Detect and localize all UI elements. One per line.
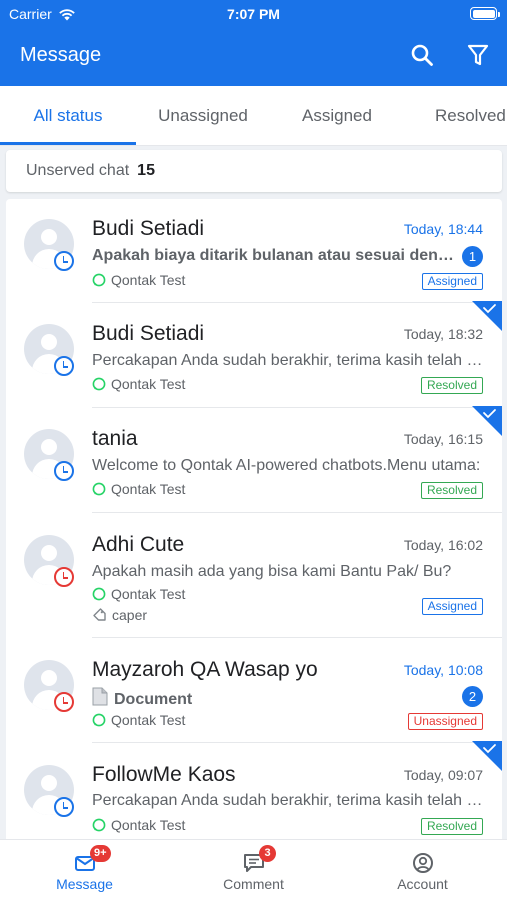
nav-account[interactable]: Account xyxy=(338,840,507,900)
whatsapp-icon xyxy=(92,713,106,727)
document-icon xyxy=(92,687,108,706)
tab-all-status[interactable]: All status xyxy=(0,86,136,146)
chat-time: Today, 18:32 xyxy=(403,326,483,342)
account-icon xyxy=(413,853,433,873)
channel: Qontak Test xyxy=(92,817,185,833)
contact-name: Adhi Cute xyxy=(92,533,185,556)
tab-resolved[interactable]: Resolved xyxy=(404,86,507,146)
whatsapp-icon xyxy=(92,482,106,496)
clock-icon xyxy=(54,251,74,271)
clock-icon xyxy=(54,692,74,712)
clock-icon xyxy=(54,797,74,817)
contact-name: Mayzaroh QA Wasap yo xyxy=(92,658,318,681)
status-badge: Resolved xyxy=(420,818,483,835)
nav-message-badge: 9+ xyxy=(90,845,111,862)
chat-preview: Document xyxy=(92,687,484,709)
app-header: Carrier 7:07 PM Message xyxy=(0,0,507,86)
nav-comment-label: Comment xyxy=(223,876,284,892)
status-badge: Resolved xyxy=(420,377,483,394)
clock-icon xyxy=(54,461,74,481)
search-button[interactable] xyxy=(408,41,436,69)
contact-name: tania xyxy=(92,427,138,450)
chat-list: Budi Setiadi Today, 18:44 Apakah biaya d… xyxy=(6,199,502,839)
nav-account-label: Account xyxy=(397,876,448,892)
clock-icon xyxy=(54,567,74,587)
unserved-label: Unserved chat xyxy=(26,162,130,179)
unread-badge: 1 xyxy=(462,246,483,267)
unserved-count: 15 xyxy=(137,162,155,179)
chat-preview: Apakah biaya ditarik bulanan atau sesuai… xyxy=(92,247,462,264)
chat-time: Today, 09:07 xyxy=(403,767,483,783)
channel-label: Qontak Test xyxy=(111,376,186,392)
contact-name: FollowMe Kaos xyxy=(92,763,236,786)
status-bar: Carrier 7:07 PM xyxy=(0,0,507,28)
channel-label: Qontak Test xyxy=(111,586,186,602)
tag-icon xyxy=(93,608,106,621)
channel-label: Qontak Test xyxy=(111,481,186,497)
channel: Qontak Test xyxy=(92,586,185,602)
nav-comment[interactable]: 3 Comment xyxy=(169,840,338,900)
chat-preview: Apakah masih ada yang bisa kami Bantu Pa… xyxy=(92,563,452,580)
document-label: Document xyxy=(114,691,193,708)
chat-item[interactable]: FollowMe Kaos Today, 09:07 Percakapan An… xyxy=(6,741,502,839)
channel: Qontak Test xyxy=(92,712,185,728)
status-badge: Assigned xyxy=(421,598,483,615)
bottom-navigation: 9+ Message 3 Comment Account xyxy=(0,839,507,900)
chat-time: Today, 16:02 xyxy=(403,537,483,553)
chat-item[interactable]: Budi Setiadi Today, 18:32 Percakapan And… xyxy=(6,301,502,408)
tab-assigned[interactable]: Assigned xyxy=(270,86,404,146)
chat-preview: Percakapan Anda sudah berakhir, terima k… xyxy=(92,792,484,809)
channel-label: Qontak Test xyxy=(111,817,186,833)
whatsapp-icon xyxy=(92,273,106,287)
channel: Qontak Test xyxy=(92,481,185,497)
chat-time: Today, 18:44 xyxy=(403,221,483,237)
chat-item[interactable]: Budi Setiadi Today, 18:44 Apakah biaya d… xyxy=(6,199,502,303)
nav-message[interactable]: 9+ Message xyxy=(0,840,169,900)
chat-item[interactable]: Mayzaroh QA Wasap yo Today, 10:08 Docume… xyxy=(6,638,502,743)
contact-tag: caper xyxy=(92,607,147,623)
channel: Qontak Test xyxy=(92,376,185,392)
channel: Qontak Test xyxy=(92,272,185,288)
search-icon xyxy=(411,44,433,66)
clock-icon xyxy=(54,356,74,376)
channel-label: Qontak Test xyxy=(111,272,186,288)
page-title: Message xyxy=(20,44,102,66)
tag-label: caper xyxy=(112,607,148,623)
active-tab-indicator xyxy=(0,142,136,145)
status-badge: Resolved xyxy=(420,482,483,499)
channel-label: Qontak Test xyxy=(111,712,186,728)
chat-time: Today, 10:08 xyxy=(403,662,483,678)
whatsapp-icon xyxy=(92,818,106,832)
unread-badge: 2 xyxy=(462,686,483,707)
contact-name: Budi Setiadi xyxy=(92,217,205,240)
nav-comment-badge: 3 xyxy=(259,845,276,862)
whatsapp-icon xyxy=(92,377,106,391)
chat-preview: Welcome to Qontak AI-powered chatbots.Me… xyxy=(92,457,481,474)
chat-preview: Percakapan Anda sudah berakhir, terima k… xyxy=(92,352,484,369)
filter-icon xyxy=(467,44,489,66)
tab-unassigned[interactable]: Unassigned xyxy=(136,86,270,146)
status-time: 7:07 PM xyxy=(227,6,280,22)
battery-icon xyxy=(470,7,500,20)
chat-item[interactable]: tania Today, 16:15 Welcome to Qontak AI-… xyxy=(6,406,502,513)
whatsapp-icon xyxy=(92,587,106,601)
status-badge: Unassigned xyxy=(407,713,483,730)
status-badge: Assigned xyxy=(421,273,483,290)
chat-time: Today, 16:15 xyxy=(403,431,483,447)
status-tabs: All status Unassigned Assigned Resolved xyxy=(0,86,507,146)
nav-message-label: Message xyxy=(56,876,113,892)
unserved-chat-bar: Unserved chat 15 xyxy=(6,150,502,192)
chat-item[interactable]: Adhi Cute Today, 16:02 Apakah masih ada … xyxy=(6,513,502,638)
contact-name: Budi Setiadi xyxy=(92,322,205,345)
filter-button[interactable] xyxy=(464,41,492,69)
